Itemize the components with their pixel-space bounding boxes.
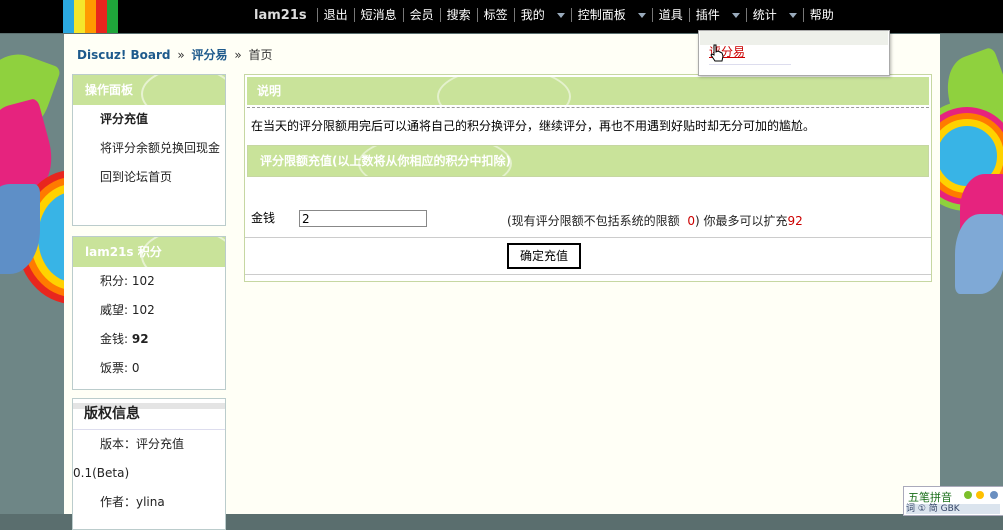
main-panel: 说明 在当天的评分限额用完后可以通将自己的积分换评分，继续评分，再也不用遇到好贴… bbox=[244, 74, 932, 282]
breadcrumb-page: 首页 bbox=[248, 48, 273, 62]
nav-logout[interactable]: 退出 bbox=[316, 8, 354, 22]
ime-lower-bar: 词 ① 简 GBK bbox=[906, 504, 1000, 514]
top-nav: lam21s 退出 短消息 会员 搜索 标签 我的 控制面板 道具 插件 统计 … bbox=[254, 0, 840, 30]
moon-icon bbox=[964, 491, 972, 499]
stat-points: 积分: 102 bbox=[100, 274, 155, 288]
breadcrumb-site[interactable]: Discuz! Board bbox=[77, 48, 171, 62]
stat-money: 金钱: 92 bbox=[100, 332, 149, 346]
nav-messages[interactable]: 短消息 bbox=[353, 8, 403, 22]
left-decoration bbox=[0, 34, 64, 514]
plugin-dropdown: 评分易 bbox=[698, 30, 890, 76]
button-row: 确定充值 bbox=[245, 237, 931, 275]
chevron-down-icon bbox=[556, 12, 565, 18]
money-input[interactable] bbox=[299, 210, 427, 227]
section-title: 说明 bbox=[247, 77, 929, 105]
nav-members[interactable]: 会员 bbox=[402, 8, 440, 22]
nav-mine[interactable]: 我的 bbox=[513, 8, 571, 22]
top-bar: lam21s 退出 短消息 会员 搜索 标签 我的 控制面板 道具 插件 统计 … bbox=[0, 0, 1003, 33]
nav-tags[interactable]: 标签 bbox=[476, 8, 514, 22]
nav-stats[interactable]: 统计 bbox=[745, 8, 803, 22]
right-decoration bbox=[940, 34, 1003, 514]
ime-label: 五笔拼音 bbox=[908, 491, 952, 504]
confirm-recharge-button[interactable]: 确定充值 bbox=[507, 243, 581, 269]
settings-icon bbox=[990, 491, 998, 499]
nav-control-panel[interactable]: 控制面板 bbox=[570, 8, 652, 22]
money-form-row: 金钱 (现有评分限额不包括系统的限额 0) 你最多可以扩充92 bbox=[245, 210, 931, 237]
logo-stripes bbox=[63, 0, 118, 33]
description-text: 在当天的评分限额用完后可以通将自己的积分换评分，继续评分，再也不用遇到好贴时却无… bbox=[247, 107, 929, 139]
username[interactable]: lam21s bbox=[254, 8, 307, 23]
ime-toolbar[interactable]: 五笔拼音 词 ① 简 GBK bbox=[903, 486, 1003, 516]
sidebar-item-back-to-forum[interactable]: 回到论坛首页 bbox=[73, 163, 225, 192]
chevron-down-icon bbox=[637, 12, 646, 18]
chevron-down-icon bbox=[788, 12, 797, 18]
operation-panel-title: 操作面板 bbox=[73, 75, 225, 105]
sidebar-item-exchange[interactable]: 将评分余额兑换回现金 bbox=[73, 134, 225, 163]
form-title: 评分限额充值(以上数将从你相应的积分中扣除) bbox=[247, 145, 929, 177]
stat-meal-tickets: 饭票: 0 bbox=[100, 361, 140, 375]
user-points-panel: lam21s 积分 积分: 102 威望: 102 金钱: 92 饭票: 0 bbox=[72, 236, 226, 390]
user-points-title: lam21s 积分 bbox=[73, 237, 225, 267]
breadcrumb-section[interactable]: 评分易 bbox=[192, 48, 228, 62]
operation-panel: 操作面板 评分充值 将评分余额兑换回现金 回到论坛首页 bbox=[72, 74, 226, 226]
money-label: 金钱 bbox=[251, 211, 276, 225]
nav-help[interactable]: 帮助 bbox=[802, 8, 840, 22]
breadcrumb: Discuz! Board » 评分易 » 首页 bbox=[77, 48, 273, 62]
limit-note: (现有评分限额不包括系统的限额 0) 你最多可以扩充92 bbox=[507, 214, 803, 228]
author-info: 作者：ylina bbox=[100, 495, 165, 509]
chevron-down-icon bbox=[731, 12, 740, 18]
punctuation-icon bbox=[976, 491, 984, 499]
stat-prestige: 威望: 102 bbox=[100, 303, 155, 317]
main-wrapper: Discuz! Board » 评分易 » 首页 操作面板 评分充值 将评分余额… bbox=[64, 34, 940, 530]
sidebar-item-recharge[interactable]: 评分充值 bbox=[73, 105, 225, 134]
copyright-panel: 版权信息 版本：评分充值0.1(Beta) 作者：ylina bbox=[72, 398, 226, 530]
nav-props[interactable]: 道具 bbox=[651, 8, 689, 22]
copyright-title: 版权信息 bbox=[73, 399, 225, 430]
nav-plugins[interactable]: 插件 bbox=[688, 8, 746, 22]
nav-search[interactable]: 搜索 bbox=[439, 8, 477, 22]
version-info: 版本：评分充值0.1(Beta) bbox=[73, 437, 185, 480]
hand-cursor-icon bbox=[710, 44, 724, 62]
